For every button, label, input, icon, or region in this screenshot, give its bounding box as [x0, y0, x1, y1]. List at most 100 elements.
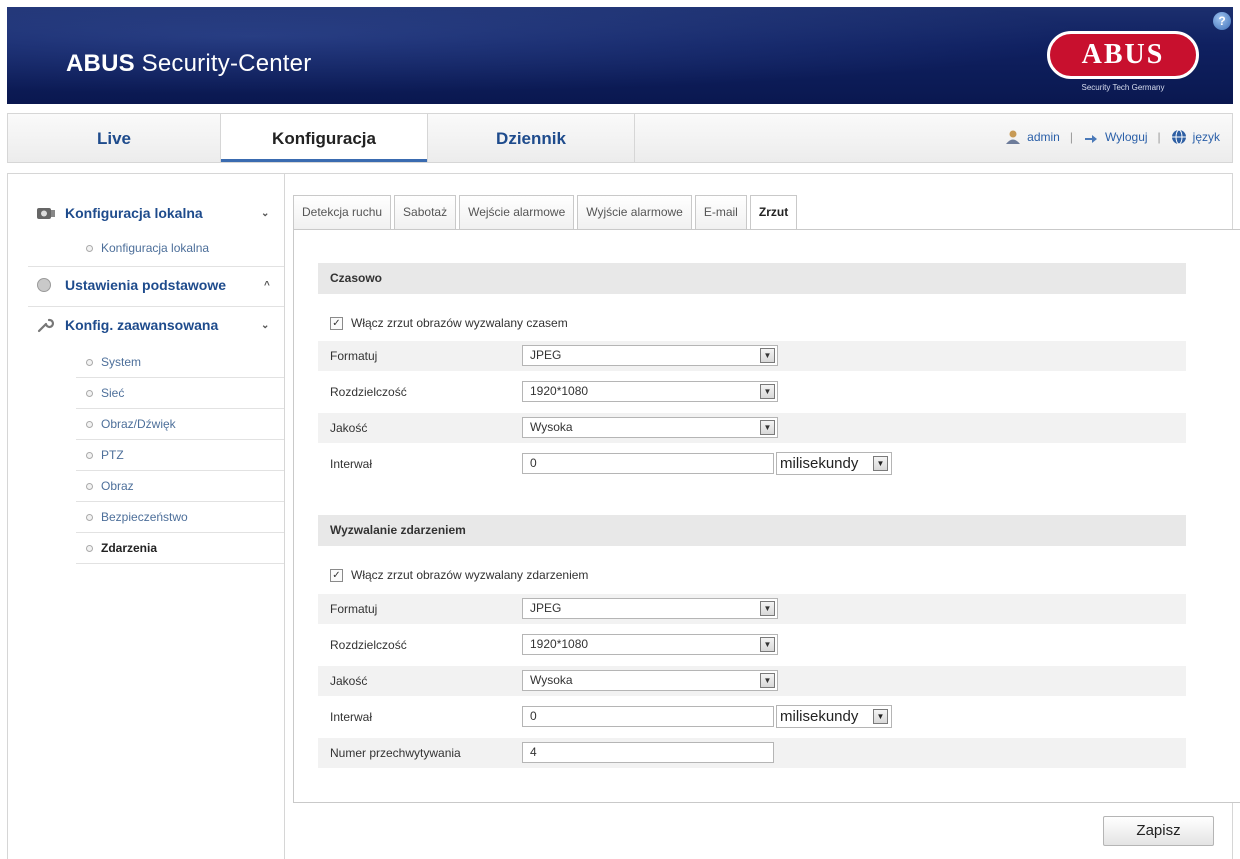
event-interval-unit-select[interactable]: milisekundy ▼: [776, 705, 892, 728]
sidebar-item-label: Bezpieczeństwo: [101, 510, 188, 524]
tab-live[interactable]: Live: [8, 114, 220, 162]
sidebar-group-label: Konfig. zaawansowana: [65, 317, 219, 333]
language-link[interactable]: język: [1193, 130, 1220, 144]
event-subtabs: Detekcja ruchu Sabotaż Wejście alarmowe …: [293, 195, 800, 231]
bullet-icon: [86, 544, 93, 552]
dropdown-arrow-icon: ▼: [873, 456, 888, 471]
save-button[interactable]: Zapisz: [1103, 816, 1214, 846]
sidebar-item-zdarzenia[interactable]: Zdarzenia: [76, 533, 284, 564]
logout-icon: [1084, 135, 1097, 143]
app-header: ABUS Security-Center ABUS Security Tech …: [7, 7, 1233, 104]
subtab-sabotaz[interactable]: Sabotaż: [394, 195, 457, 230]
sidebar-item-ptz[interactable]: PTZ: [76, 440, 284, 471]
sidebar-item-label: Obraz/Dźwięk: [101, 417, 176, 431]
dropdown-arrow-icon: ▼: [873, 709, 888, 724]
user-menu: admin | Wyloguj | język: [1005, 129, 1220, 145]
sidebar-divider-line: [28, 306, 284, 307]
nav-divider: [634, 114, 635, 162]
event-resolution-select[interactable]: 1920*1080 ▼: [522, 634, 778, 655]
subtab-wejscie-alarmowe[interactable]: Wejście alarmowe: [459, 195, 575, 230]
subtab-email[interactable]: E-mail: [694, 195, 747, 230]
event-format-select[interactable]: JPEG ▼: [522, 598, 778, 619]
logout-link[interactable]: Wyloguj: [1105, 130, 1148, 144]
select-value: JPEG: [530, 601, 562, 615]
tab-konfiguracja[interactable]: Konfiguracja: [221, 114, 427, 162]
subtab-detekcja-ruchu[interactable]: Detekcja ruchu: [293, 195, 392, 230]
event-interval-input[interactable]: 0: [522, 706, 774, 727]
circle-icon: [37, 278, 51, 292]
timed-enable-checkbox[interactable]: ✓: [330, 316, 343, 330]
sidebar-item-label: System: [101, 355, 142, 369]
bullet-icon: [86, 420, 93, 428]
dropdown-arrow-icon: ▼: [760, 348, 775, 363]
select-value: Wysoka: [530, 673, 573, 687]
logo-oval: ABUS: [1047, 31, 1199, 79]
dropdown-arrow-icon: ▼: [760, 384, 775, 399]
select-value: milisekundy: [780, 455, 859, 472]
event-interval-row: Interwał 0 milisekundy ▼: [318, 702, 1186, 732]
sidebar-item-label: Sieć: [101, 386, 125, 400]
timed-quality-row: Jakość Wysoka ▼: [318, 413, 1186, 443]
dropdown-arrow-icon: ▼: [760, 673, 775, 688]
subtab-zrzut[interactable]: Zrzut: [749, 195, 798, 231]
event-resolution-label: Rozdzielczość: [330, 638, 407, 652]
bullet-icon: [86, 244, 93, 252]
sidebar-item-label: PTZ: [101, 448, 124, 462]
timed-resolution-select[interactable]: 1920*1080 ▼: [522, 381, 778, 402]
timed-interval-row: Interwał 0 milisekundy ▼: [318, 449, 1186, 479]
event-quality-select[interactable]: Wysoka ▼: [522, 670, 778, 691]
event-capture-input[interactable]: 4: [522, 742, 774, 763]
sidebar-divider-line: [28, 266, 284, 267]
event-enable-label: Włącz zrzut obrazów wyzwalany zdarzeniem: [351, 568, 589, 582]
timed-interval-input[interactable]: 0: [522, 453, 774, 474]
sidebar-item-obraz-dzwiek[interactable]: Obraz/Dźwięk: [76, 409, 284, 440]
user-name-link[interactable]: admin: [1027, 130, 1060, 144]
timed-format-select[interactable]: JPEG ▼: [522, 345, 778, 366]
sidebar-item-label: Konfiguracja lokalna: [101, 241, 210, 255]
select-value: Wysoka: [530, 420, 573, 434]
help-icon[interactable]: ?: [1213, 12, 1231, 30]
sidebar-divider: [284, 173, 285, 859]
event-enable-row: ✓ Włącz zrzut obrazów wyzwalany zdarzeni…: [330, 568, 588, 582]
sidebar-item-bezpieczenstwo[interactable]: Bezpieczeństwo: [76, 502, 284, 533]
logo-subtext: Security Tech Germany: [1081, 83, 1165, 92]
timed-quality-select[interactable]: Wysoka ▼: [522, 417, 778, 438]
globe-icon: [1171, 129, 1186, 145]
dropdown-arrow-icon: ▼: [760, 420, 775, 435]
sidebar-group-label: Ustawienia podstawowe: [65, 277, 227, 293]
event-quality-row: Jakość Wysoka ▼: [318, 666, 1186, 696]
sidebar-group-konfig-zaawansowana[interactable]: Konfig. zaawansowana ⌄: [36, 317, 269, 333]
dropdown-arrow-icon: ▼: [760, 637, 775, 652]
bullet-icon: [86, 513, 93, 521]
subtab-wyjscie-alarmowe[interactable]: Wyjście alarmowe: [577, 195, 692, 230]
sidebar-group-ustawienia-podstawowe[interactable]: Ustawienia podstawowe ^: [36, 277, 270, 293]
select-value: 1920*1080: [530, 637, 589, 651]
timed-interval-unit-select[interactable]: milisekundy ▼: [776, 452, 892, 475]
app-title: ABUS Security-Center: [66, 50, 312, 77]
timed-enable-row: ✓ Włącz zrzut obrazów wyzwalany czasem: [330, 316, 568, 330]
event-capture-label: Numer przechwytywania: [330, 746, 461, 760]
chevron-up-icon: ^: [264, 279, 270, 291]
section-title-event: Wyzwalanie zdarzeniem: [318, 515, 1186, 546]
bullet-icon: [86, 451, 93, 459]
logo-text: ABUS: [1081, 39, 1165, 70]
tab-dziennik[interactable]: Dziennik: [428, 114, 634, 162]
chevron-down-icon: ⌄: [261, 319, 270, 331]
select-value: milisekundy: [780, 708, 859, 725]
event-format-row: Formatuj JPEG ▼: [318, 594, 1186, 624]
event-enable-checkbox[interactable]: ✓: [330, 568, 343, 582]
sidebar-item-konfiguracja-lokalna[interactable]: Konfiguracja lokalna: [76, 241, 284, 255]
bullet-icon: [86, 482, 93, 490]
event-capture-row: Numer przechwytywania 4: [318, 738, 1186, 768]
event-format-label: Formatuj: [330, 602, 378, 616]
timed-enable-label: Włącz zrzut obrazów wyzwalany czasem: [351, 316, 568, 330]
sidebar-group-konfiguracja-lokalna[interactable]: Konfiguracja lokalna ⌄: [36, 205, 269, 221]
separator: |: [1157, 130, 1161, 144]
separator: |: [1069, 130, 1073, 144]
sidebar-item-system[interactable]: System: [76, 347, 284, 378]
bullet-icon: [86, 358, 93, 366]
user-icon: [1006, 130, 1021, 144]
sidebar-item-siec[interactable]: Sieć: [76, 378, 284, 409]
chevron-down-icon: ⌄: [261, 207, 270, 219]
sidebar-item-obraz[interactable]: Obraz: [76, 471, 284, 502]
